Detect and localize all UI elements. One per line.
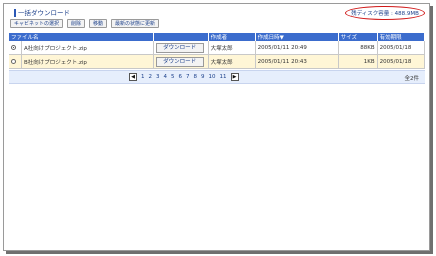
next-page-icon[interactable]: ▶ xyxy=(230,73,239,81)
expiry-date: 2005/01/18 xyxy=(377,41,426,55)
author: 大塚太郎 xyxy=(208,41,256,55)
page-link[interactable]: 2 xyxy=(149,74,153,80)
page-link[interactable]: 11 xyxy=(220,74,227,80)
result-count: 全2件 xyxy=(404,76,420,82)
delete-button[interactable]: 削除 xyxy=(67,19,86,28)
download-button[interactable]: ダウンロード xyxy=(155,56,204,67)
page-link[interactable]: 1 xyxy=(141,74,145,80)
page-link[interactable]: 8 xyxy=(194,74,198,80)
page-link[interactable]: 9 xyxy=(201,74,205,80)
radio-button[interactable] xyxy=(11,58,16,64)
column-expires[interactable]: 有効期限 xyxy=(377,33,426,41)
row-radio-cell[interactable] xyxy=(9,54,22,69)
page-link[interactable]: 10 xyxy=(209,74,216,80)
column-size[interactable]: サイズ xyxy=(338,33,378,41)
page-link[interactable]: 5 xyxy=(171,74,175,80)
created-date: 2005/01/11 20:49 xyxy=(255,41,339,55)
page-link[interactable]: 7 xyxy=(186,74,190,80)
table-row: B社向けプロジェクト.zip ダウンロード 大塚太郎 2005/01/11 20… xyxy=(9,54,426,69)
column-filename[interactable]: ファイル名 xyxy=(9,33,154,41)
page-title: 一括ダウンロード xyxy=(14,9,70,17)
column-download xyxy=(153,33,209,41)
row-radio-cell[interactable] xyxy=(9,41,22,55)
download-button[interactable]: ダウンロード xyxy=(155,42,204,53)
file-size: 88KB xyxy=(338,41,378,55)
table-row: A社向けプロジェクト.zip ダウンロード 大塚太郎 2005/01/11 20… xyxy=(9,41,426,55)
prev-page-icon[interactable]: ◀ xyxy=(129,73,137,81)
column-created[interactable]: 作成日時▼ xyxy=(255,33,339,41)
column-author[interactable]: 作成者 xyxy=(208,33,256,41)
page-link[interactable]: 4 xyxy=(164,74,168,80)
move-button[interactable]: 移動 xyxy=(89,19,108,28)
toolbar: キャビネットの選択 削除 移動 最新の状態に更新 xyxy=(10,19,160,29)
file-size: 1KB xyxy=(338,54,378,69)
page-links: ◀ 1 2 3 4 5 6 7 8 9 10 11 ▶ xyxy=(129,73,239,81)
created-date: 2005/01/11 20:43 xyxy=(255,54,339,69)
file-name: A社向けプロジェクト.zip xyxy=(21,41,154,55)
pagination-bar: ◀ 1 2 3 4 5 6 7 8 9 10 11 ▶ 全2件 xyxy=(9,70,425,84)
download-panel: 一括ダウンロード 残ディスク容量 : 488.9MB キャビネットの選択 削除 … xyxy=(3,3,430,251)
author: 大塚太郎 xyxy=(208,54,256,69)
download-cell: ダウンロード xyxy=(153,41,209,55)
disk-usage-badge: 残ディスク容量 : 488.9MB xyxy=(345,6,425,20)
download-cell: ダウンロード xyxy=(153,54,209,69)
page-link[interactable]: 6 xyxy=(179,74,183,80)
file-name: B社向けプロジェクト.zip xyxy=(21,54,154,69)
radio-button[interactable] xyxy=(11,44,16,50)
select-cabinet-button[interactable]: キャビネットの選択 xyxy=(10,19,64,28)
expiry-date: 2005/01/18 xyxy=(377,54,426,69)
page-link[interactable]: 3 xyxy=(156,74,160,80)
file-table: ファイル名 作成者 作成日時▼ サイズ 有効期限 A社向けプロジェクト.zip … xyxy=(9,33,426,69)
refresh-button[interactable]: 最新の状態に更新 xyxy=(111,19,160,28)
